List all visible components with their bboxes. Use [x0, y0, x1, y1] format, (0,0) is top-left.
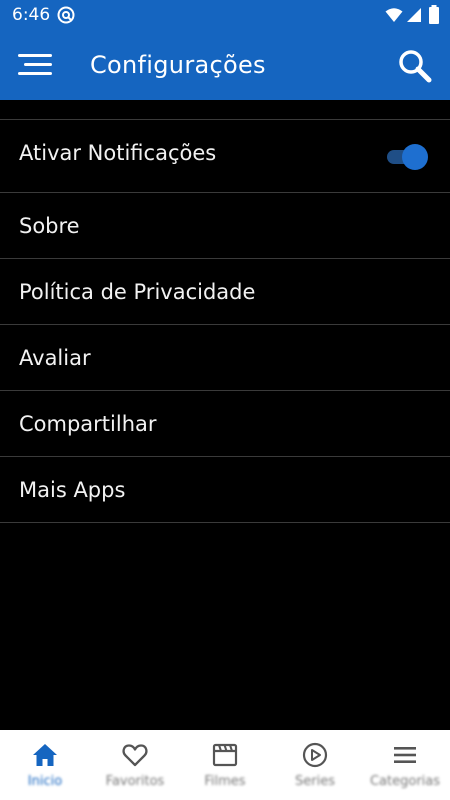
setting-item-notifications[interactable]: Ativar Notificações [0, 120, 450, 193]
setting-label: Política de Privacidade [19, 280, 256, 304]
nav-item-series[interactable]: Series [270, 730, 360, 800]
menu-button[interactable] [10, 44, 60, 86]
notifications-toggle[interactable] [385, 144, 429, 170]
setting-item-rate[interactable]: Avaliar [0, 325, 450, 391]
setting-label: Ativar Notificações [19, 141, 217, 165]
home-icon [33, 744, 57, 766]
play-circle-icon [302, 742, 328, 768]
nav-label: Series [295, 774, 335, 789]
heart-icon [122, 744, 148, 767]
search-icon [399, 50, 432, 83]
nav-item-categories[interactable]: Categorias [360, 730, 450, 800]
bottom-nav: Inicio Favoritos Filmes Series Categoria… [0, 730, 450, 800]
nav-item-movies[interactable]: Filmes [180, 730, 270, 800]
setting-item-more-apps[interactable]: Mais Apps [0, 457, 450, 523]
setting-item-share[interactable]: Compartilhar [0, 391, 450, 457]
search-button[interactable] [390, 42, 440, 88]
toggle-thumb [402, 144, 428, 170]
app-bar: Configurações [0, 30, 450, 100]
page-title: Configurações [90, 51, 266, 79]
nav-item-home[interactable]: Inicio [0, 730, 90, 800]
nav-label: Inicio [27, 774, 63, 789]
nav-label: Favoritos [105, 774, 165, 789]
status-time: 6:46 [12, 5, 51, 25]
setting-label: Sobre [19, 214, 80, 238]
at-sign-icon [57, 6, 75, 24]
setting-label: Compartilhar [19, 412, 157, 436]
battery-icon [429, 5, 439, 24]
setting-item-about[interactable]: Sobre [0, 193, 450, 259]
settings-list: Ativar Notificações Sobre Política de Pr… [0, 100, 450, 523]
nav-label: Categorias [369, 774, 441, 789]
clapperboard-icon [212, 743, 238, 767]
setting-label: Mais Apps [19, 478, 126, 502]
menu-lines-icon [394, 747, 416, 763]
app-screen: 6:46 Configurações Ativar Notificações S… [0, 0, 450, 800]
list-top-spacer [0, 100, 450, 119]
nav-item-favorites[interactable]: Favoritos [90, 730, 180, 800]
hamburger-menu-icon [18, 54, 52, 75]
nav-label: Filmes [204, 774, 246, 789]
setting-label: Avaliar [19, 346, 91, 370]
status-bar: 6:46 [0, 0, 450, 30]
signal-icon [407, 8, 421, 22]
setting-item-privacy-policy[interactable]: Política de Privacidade [0, 259, 450, 325]
wifi-icon [385, 8, 403, 22]
